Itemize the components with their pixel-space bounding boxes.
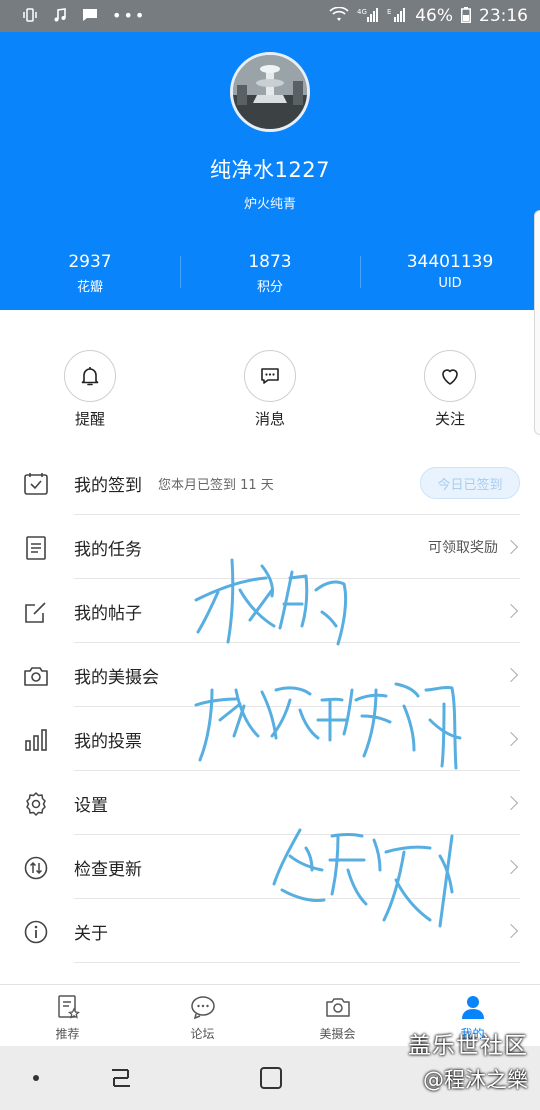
home-square-icon[interactable] [260, 1067, 282, 1089]
menu-label: 我的投票 [74, 731, 142, 752]
stat-label: UID [438, 276, 462, 291]
votes-right [503, 731, 519, 747]
menu-item-photo-club[interactable]: 我的美摄会 [0, 643, 540, 707]
menu-item-about[interactable]: 关于 [0, 899, 540, 963]
stat-petals[interactable]: 2937 花瓣 [0, 252, 180, 295]
vibrate-icon [22, 7, 38, 26]
checked-in-today-button[interactable]: 今日已签到 [420, 467, 520, 499]
divider [74, 962, 520, 963]
update-right [503, 859, 519, 875]
reminder-label: 提醒 [74, 410, 105, 428]
menu-label: 检查更新 [74, 859, 142, 880]
tab-label: 论坛 [190, 1027, 215, 1041]
menu-label: 设置 [74, 795, 108, 816]
tab-label: 美摄会 [319, 1027, 356, 1041]
tasks-right: 可领取奖励 [428, 537, 519, 557]
chevron-right-icon [503, 667, 519, 683]
chevron-right-icon [503, 795, 519, 811]
watermark: 盖乐世社区 @程沐之樂 [408, 1026, 528, 1094]
menu-item-settings[interactable]: 设置 [0, 771, 540, 835]
avatar-image [233, 55, 307, 129]
stat-uid: 34401139 UID [360, 252, 540, 295]
battery-percent: 46% [415, 6, 453, 26]
menu-label: 我的签到 [74, 475, 142, 496]
gear-icon [22, 790, 50, 818]
music-icon [52, 7, 68, 26]
wifi-icon [329, 6, 349, 26]
clock: 23:16 [479, 6, 528, 26]
message-icon [82, 7, 98, 26]
chevron-right-icon [503, 923, 519, 939]
status-bar: ••• 4G E 46% 23:16 [0, 0, 540, 32]
avatar[interactable] [230, 52, 310, 132]
forum-icon [189, 993, 217, 1021]
signal-4g-icon: 4G [357, 7, 379, 26]
menu-label: 关于 [74, 923, 108, 944]
heart-icon [424, 350, 476, 402]
menu-item-checkin[interactable]: 我的签到 您本月已签到 11 天 今日已签到 [0, 451, 540, 515]
follow-button[interactable]: 关注 [395, 350, 505, 429]
camera-icon [22, 662, 50, 690]
menu-label: 我的美摄会 [74, 667, 159, 688]
menu-label: 我的帖子 [74, 603, 142, 624]
messages-button[interactable]: 消息 [215, 350, 325, 429]
info-icon [22, 918, 50, 946]
chevron-right-icon [503, 731, 519, 747]
menu-item-check-update[interactable]: 检查更新 [0, 835, 540, 899]
tab-label: 推荐 [55, 1027, 80, 1041]
watermark-line1: 盖乐世社区 [408, 1033, 528, 1059]
checkin-note: 您本月已签到 11 天 [158, 477, 274, 493]
tasks-reward-note: 可领取奖励 [428, 540, 498, 556]
menu-item-votes[interactable]: 我的投票 [0, 707, 540, 771]
battery-icon [461, 6, 471, 26]
edit-icon [22, 598, 50, 626]
bar-chart-icon [22, 726, 50, 754]
stat-value: 2937 [68, 252, 112, 272]
document-icon [22, 534, 50, 562]
recents-icon[interactable] [108, 1066, 134, 1094]
svg-text:4G: 4G [357, 8, 367, 16]
username: 纯净水1227 [210, 158, 330, 182]
chat-bubble-icon [244, 350, 296, 402]
settings-right [503, 795, 519, 811]
profile-header: 纯净水1227 炉火纯青 2937 花瓣 1873 积分 34401139 UI… [0, 32, 540, 310]
menu-item-posts[interactable]: 我的帖子 [0, 579, 540, 643]
update-icon [22, 854, 50, 882]
chevron-right-icon [503, 539, 519, 555]
stats-row: 2937 花瓣 1873 积分 34401139 UID [0, 252, 540, 295]
nav-dot-icon[interactable] [33, 1075, 39, 1081]
tab-recommend[interactable]: 推荐 [0, 985, 135, 1046]
follow-label: 关注 [434, 410, 465, 428]
calendar-check-icon [22, 470, 50, 498]
menu-list: 我的签到 您本月已签到 11 天 今日已签到 我的任务 可领取奖励 我的帖子 我… [0, 451, 540, 963]
svg-text:E: E [387, 8, 391, 16]
chevron-right-icon [503, 859, 519, 875]
stat-label: 花瓣 [76, 280, 103, 295]
stat-points[interactable]: 1873 积分 [180, 252, 360, 295]
about-right [503, 923, 519, 939]
posts-right [503, 603, 519, 619]
user-title: 炉火纯青 [243, 197, 296, 212]
recommend-icon [54, 993, 82, 1021]
quick-actions: 提醒 消息 关注 [0, 350, 540, 430]
stat-value: 34401139 [406, 252, 494, 272]
tab-photo-club[interactable]: 美摄会 [270, 985, 405, 1046]
tab-forum[interactable]: 论坛 [135, 985, 270, 1046]
reminder-button[interactable]: 提醒 [35, 350, 145, 429]
menu-item-tasks[interactable]: 我的任务 可领取奖励 [0, 515, 540, 579]
bell-icon [64, 350, 116, 402]
more-dots-icon: ••• [112, 6, 147, 25]
person-icon [459, 993, 487, 1021]
stat-label: 积分 [256, 280, 283, 295]
watermark-line2: @程沐之樂 [423, 1068, 528, 1092]
camera-icon [324, 993, 352, 1021]
signal-e-icon: E [387, 7, 407, 26]
chevron-right-icon [503, 603, 519, 619]
menu-label: 我的任务 [74, 539, 142, 560]
messages-label: 消息 [254, 410, 285, 428]
stat-value: 1873 [248, 252, 292, 272]
photo-club-right [503, 667, 519, 683]
